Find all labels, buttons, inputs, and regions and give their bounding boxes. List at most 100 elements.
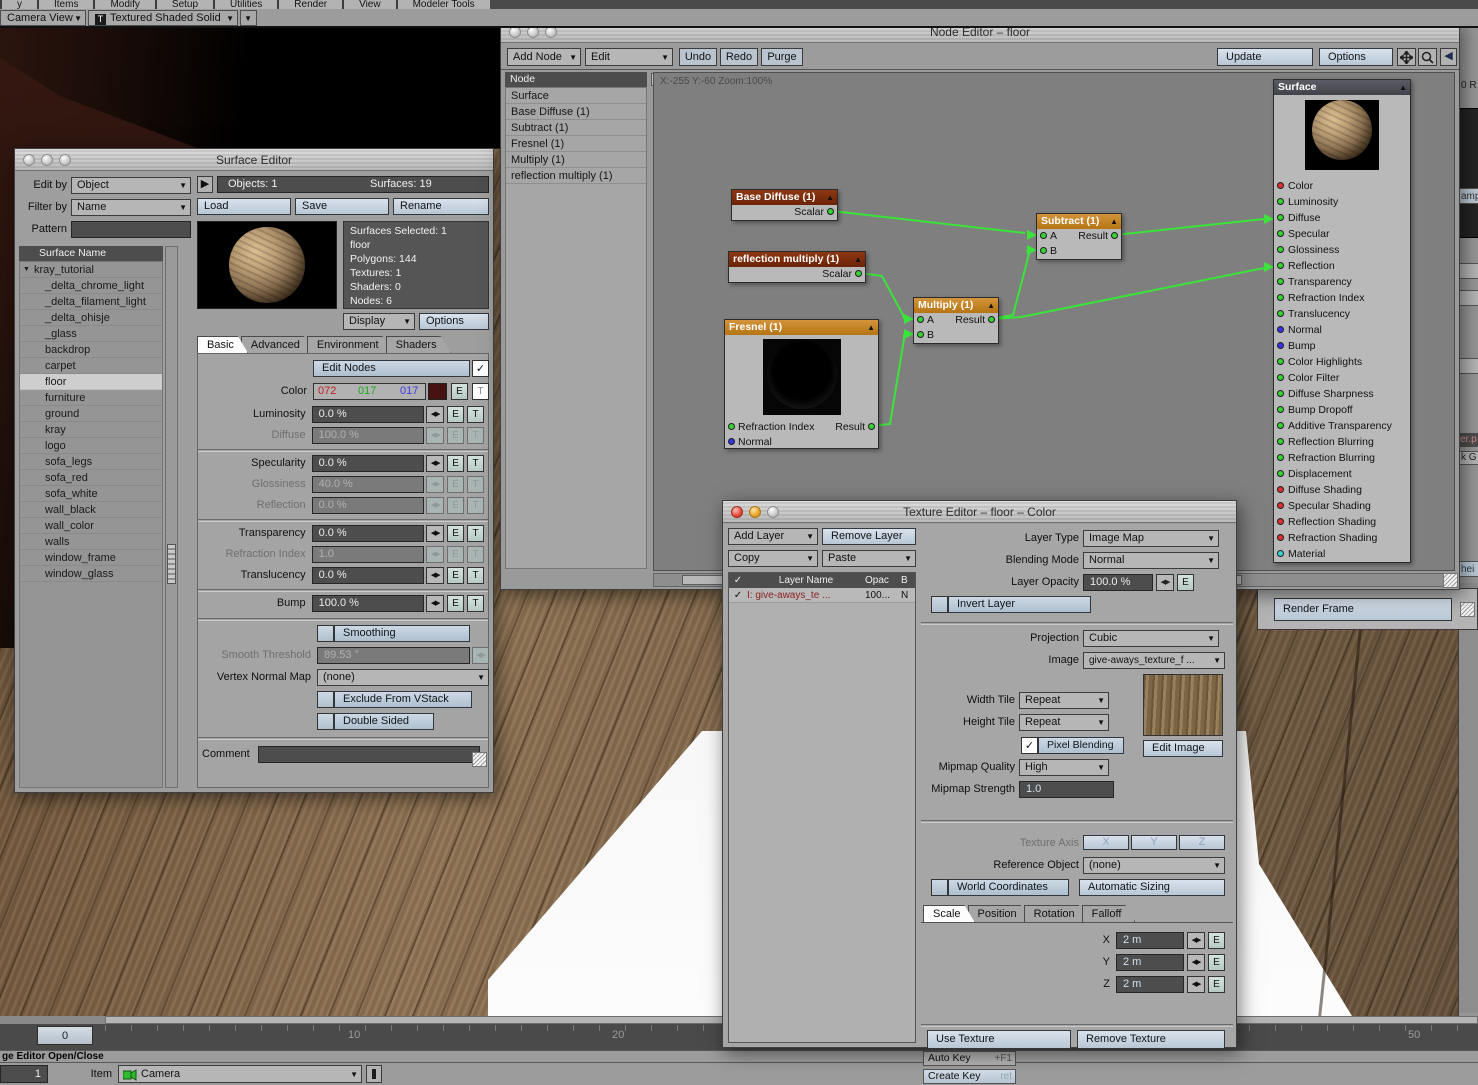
width-tile-dropdown[interactable]: Repeat▼ xyxy=(1019,692,1109,709)
create-key-button[interactable]: Create Key ret xyxy=(923,1069,1016,1084)
mini-slider[interactable]: ◀▶ xyxy=(426,525,444,542)
surface-node-input[interactable]: Refraction Shading xyxy=(1274,530,1410,546)
node-header[interactable]: reflection multiply (1)▲ xyxy=(729,252,865,267)
image-dropdown[interactable]: give-aways_texture_f ...▼ xyxy=(1083,652,1225,669)
input-socket[interactable] xyxy=(1277,374,1284,381)
input-socket[interactable] xyxy=(1277,294,1284,301)
input-socket[interactable] xyxy=(1277,182,1284,189)
surface-list-item[interactable]: ▼ window_glass xyxy=(20,566,162,582)
envelope-button[interactable]: E xyxy=(447,497,464,514)
input-socket[interactable] xyxy=(1277,454,1284,461)
collapse-panel-button[interactable]: ◀ xyxy=(1440,48,1457,66)
expand-triangle-icon[interactable]: ▼ xyxy=(23,262,30,278)
surface-list-item[interactable]: ▼ _delta_filament_light xyxy=(20,294,162,310)
property-value-field[interactable]: 0.0 % xyxy=(312,406,425,423)
minimize-icon[interactable] xyxy=(41,154,53,166)
pattern-input[interactable] xyxy=(71,221,191,238)
surface-node-input[interactable]: Glossiness xyxy=(1274,242,1410,258)
frame-slider[interactable]: 0 xyxy=(37,1026,93,1045)
surface-node-input[interactable]: Bump xyxy=(1274,338,1410,354)
shading-mode-dropdown[interactable]: TTextured Shaded Solid▼ xyxy=(88,10,238,26)
input-socket[interactable] xyxy=(1277,390,1284,397)
scrollbar-thumb[interactable] xyxy=(167,544,176,584)
mini-slider[interactable]: ◀▶ xyxy=(1187,932,1205,949)
auto-key-button[interactable]: Auto Key +F1 xyxy=(923,1051,1016,1066)
edit-dropdown[interactable]: Edit▼ xyxy=(585,48,673,66)
input-socket[interactable] xyxy=(1277,246,1284,253)
color-swatch[interactable] xyxy=(428,383,447,400)
blending-mode-dropdown[interactable]: Normal▼ xyxy=(1083,552,1219,569)
mini-slider[interactable]: ◀▶ xyxy=(472,647,489,664)
surface-list-item[interactable]: ▼ ground xyxy=(20,406,162,422)
pan-tool-button[interactable] xyxy=(1397,48,1416,66)
frame-number-field[interactable]: 1 xyxy=(0,1065,48,1083)
texture-button[interactable]: T xyxy=(467,497,484,514)
height-tile-dropdown[interactable]: Repeat▼ xyxy=(1019,714,1109,731)
output-socket[interactable] xyxy=(868,423,875,430)
input-socket[interactable] xyxy=(1277,534,1284,541)
exclude-vstack-checkbox[interactable] xyxy=(317,691,334,708)
surface-node-input[interactable]: Reflection Blurring xyxy=(1274,434,1410,450)
surface-node-input[interactable]: Reflection xyxy=(1274,258,1410,274)
scale-value-field[interactable]: 2 m xyxy=(1116,976,1184,993)
exclude-vstack-button[interactable]: Exclude From VStack xyxy=(334,691,472,708)
surface-node-input[interactable]: Color Filter xyxy=(1274,370,1410,386)
color-texture-button[interactable]: T xyxy=(472,383,489,400)
surface-list-item[interactable]: ▼ walls xyxy=(20,534,162,550)
close-icon[interactable] xyxy=(23,154,35,166)
smoothing-button[interactable]: Smoothing xyxy=(334,625,470,642)
surface-node-input[interactable]: Additive Transparency xyxy=(1274,418,1410,434)
rename-button[interactable]: Rename xyxy=(393,198,489,215)
remove-texture-button[interactable]: Remove Texture xyxy=(1077,1030,1225,1049)
output-socket[interactable] xyxy=(855,270,862,277)
tab-position[interactable]: Position xyxy=(968,905,1031,922)
input-socket[interactable] xyxy=(917,331,924,338)
node-header[interactable]: Multiply (1)▲ xyxy=(914,298,998,313)
property-value-field[interactable]: 0.0 % xyxy=(312,497,425,514)
mini-slider[interactable]: ◀▶ xyxy=(426,567,444,584)
edit-image-button[interactable]: Edit Image xyxy=(1143,740,1223,757)
texture-button[interactable]: T xyxy=(467,567,484,584)
pixel-blending-button[interactable]: Pixel Blending xyxy=(1038,737,1124,754)
envelope-button[interactable]: E xyxy=(447,427,464,444)
status-text[interactable]: ge Editor Open/Close xyxy=(2,1051,104,1062)
envelope-button[interactable]: E xyxy=(447,525,464,542)
node-list-item[interactable]: Surface xyxy=(506,88,646,104)
update-button[interactable]: Update xyxy=(1217,48,1313,66)
mini-slider[interactable]: ◀▶ xyxy=(426,476,444,493)
input-socket[interactable] xyxy=(1277,358,1284,365)
clipped-button[interactable] xyxy=(1459,358,1478,374)
copy-dropdown[interactable]: Copy▼ xyxy=(728,550,818,567)
node-list-item[interactable]: Subtract (1) xyxy=(506,120,646,136)
surface-node-input[interactable]: Refraction Index xyxy=(1274,290,1410,306)
axis-y-button[interactable]: Y xyxy=(1131,835,1177,850)
menu-tab[interactable]: Setup xyxy=(155,0,213,9)
surface-list-item[interactable]: ▼ _delta_chrome_light xyxy=(20,278,162,294)
node-surface[interactable]: Surface▲ Color Luminosity Diffuse xyxy=(1273,79,1411,563)
envelope-button[interactable]: E xyxy=(1208,932,1225,949)
surface-node-input[interactable]: Normal xyxy=(1274,322,1410,338)
use-texture-button[interactable]: Use Texture xyxy=(927,1030,1071,1049)
automatic-sizing-button[interactable]: Automatic Sizing xyxy=(1079,879,1225,896)
node-list-item[interactable]: Multiply (1) xyxy=(506,152,646,168)
mini-slider[interactable]: ◀▶ xyxy=(426,595,444,612)
axis-z-button[interactable]: Z xyxy=(1179,835,1225,850)
node-base-diffuse[interactable]: Base Diffuse (1)▲ Scalar xyxy=(731,189,838,221)
envelope-button[interactable]: E xyxy=(447,455,464,472)
node-header[interactable]: Surface▲ xyxy=(1274,80,1410,95)
property-value-field[interactable]: 0.0 % xyxy=(312,455,425,472)
texture-button[interactable]: T xyxy=(467,427,484,444)
texture-editor-window[interactable]: Texture Editor – floor – Color Add Layer… xyxy=(722,500,1237,1048)
input-socket[interactable] xyxy=(1277,342,1284,349)
surface-list-item[interactable]: ▼ window_frame xyxy=(20,550,162,566)
property-value-field[interactable]: 40.0 % xyxy=(312,476,425,493)
zoom-icon[interactable] xyxy=(767,506,779,518)
surface-node-input[interactable]: Material xyxy=(1274,546,1410,562)
load-button[interactable]: Load xyxy=(197,198,291,215)
view-mode-dropdown[interactable]: Camera View▼ xyxy=(0,10,86,26)
tab-environment[interactable]: Environment xyxy=(307,336,393,353)
resize-grip[interactable] xyxy=(472,752,487,767)
surface-node-input[interactable]: Luminosity xyxy=(1274,194,1410,210)
envelope-button[interactable]: E xyxy=(447,476,464,493)
surface-list-item[interactable]: ▼ floor xyxy=(20,374,162,390)
